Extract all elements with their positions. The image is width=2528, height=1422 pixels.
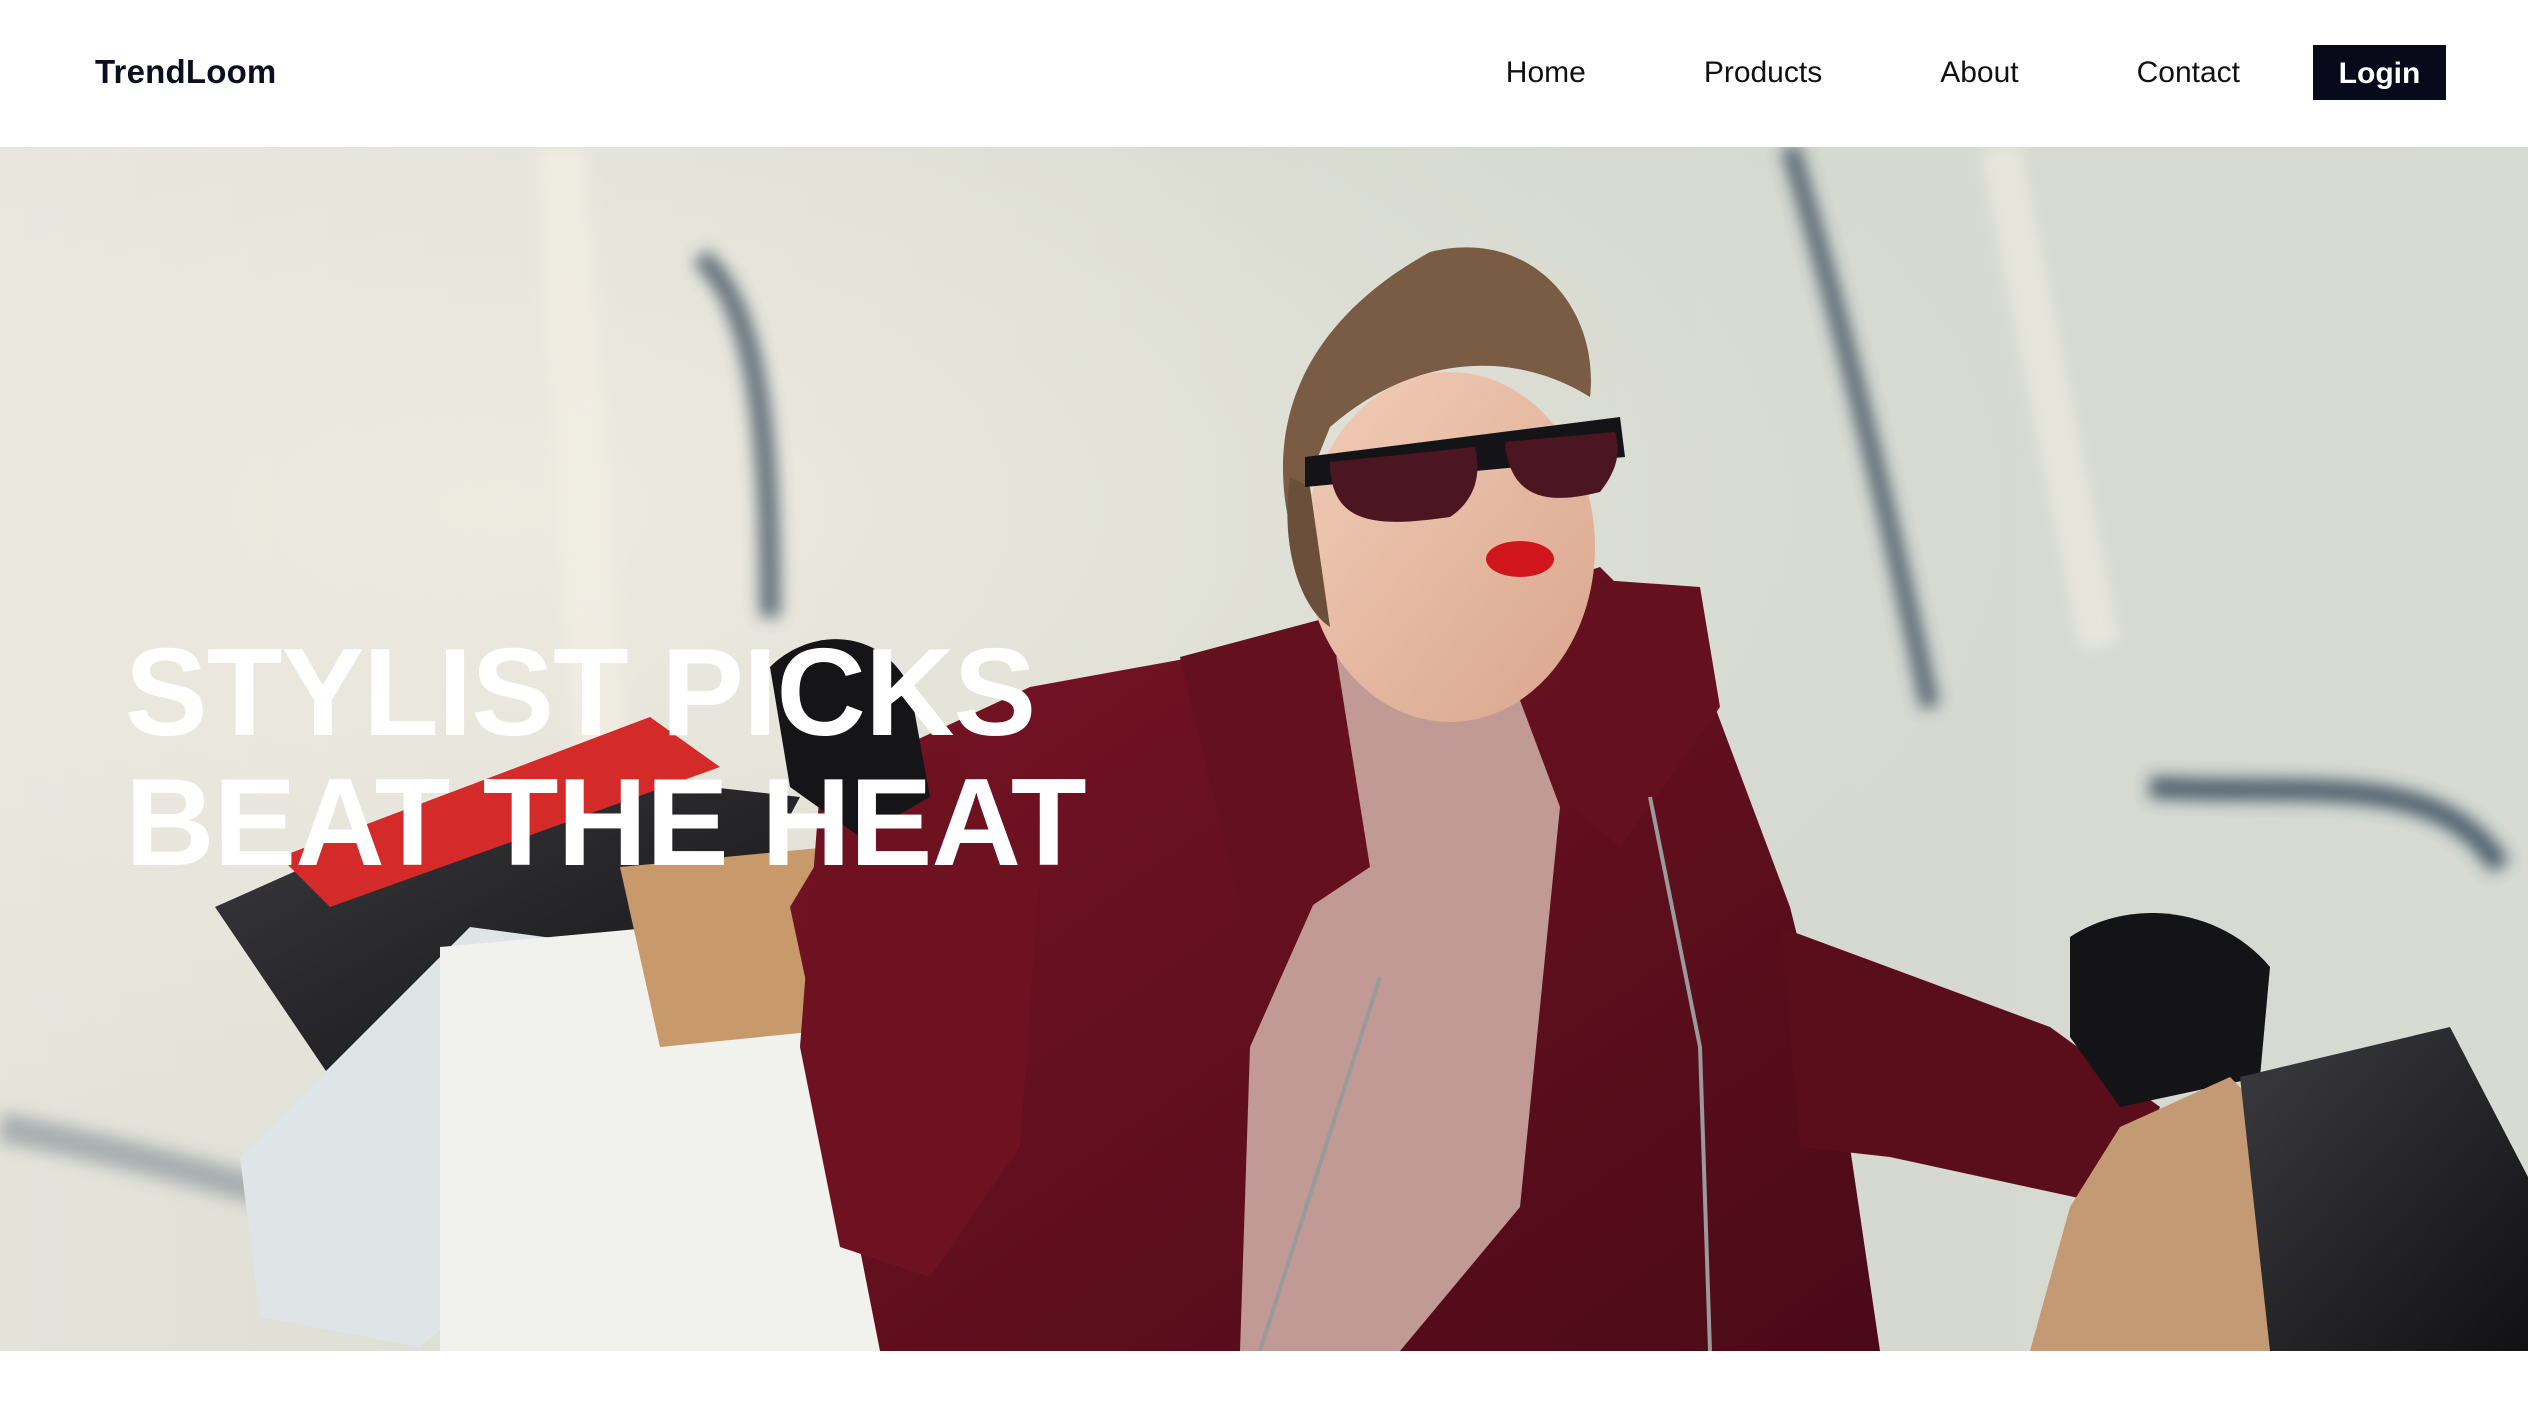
login-button[interactable]: Login <box>2313 45 2446 100</box>
nav-contact-link[interactable]: Contact <box>2137 45 2240 100</box>
page: TrendLoom Home Products About Contact Lo… <box>0 0 2528 1422</box>
nav-home-link[interactable]: Home <box>1506 45 1586 100</box>
main-nav: Home Products About Contact Login <box>1506 45 2446 100</box>
nav-about-link[interactable]: About <box>1940 45 2018 100</box>
nav-products-link[interactable]: Products <box>1704 45 1822 100</box>
hero-title-line-2: BEAT THE HEAT <box>125 754 1087 892</box>
brand-logo[interactable]: TrendLoom <box>95 53 276 91</box>
hero-banner: STYLIST PICKS BEAT THE HEAT <box>0 147 2528 1351</box>
site-header: TrendLoom Home Products About Contact Lo… <box>0 0 2528 147</box>
hero-title-line-1: STYLIST PICKS <box>125 624 1036 762</box>
hero-title: STYLIST PICKS BEAT THE HEAT <box>125 624 1087 892</box>
